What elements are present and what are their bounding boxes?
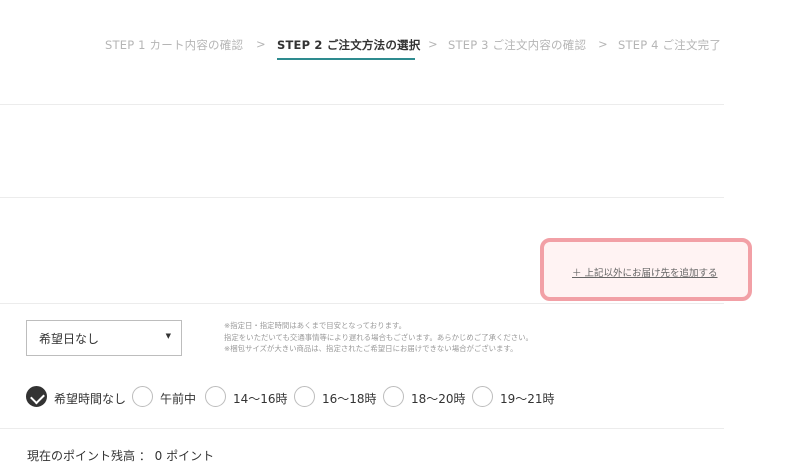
time-option-label: 19〜21時 bbox=[500, 392, 555, 406]
delivery-notes: ※指定日・指定時間はあくまで目安となっております。 指定をいただいても交通事情等… bbox=[224, 320, 533, 355]
step-1: STEP 1 カート内容の確認 bbox=[105, 38, 244, 52]
note-line: ※指定日・指定時間はあくまで目安となっております。 bbox=[224, 321, 407, 330]
step-separator: > bbox=[598, 37, 608, 51]
time-option-label: 14〜16時 bbox=[233, 392, 288, 406]
radio-circle-icon bbox=[132, 386, 153, 407]
note-line: 指定をいただいても交通事情等により遅れる場合もございます。あらかじめご了承くださ… bbox=[224, 332, 533, 342]
note-line: ※梱包サイズが大きい商品は、指定されたご希望日にお届けできない場合がございます。 bbox=[224, 344, 518, 353]
radio-circle-icon bbox=[294, 386, 315, 407]
caret-down-icon: ▼ bbox=[165, 332, 171, 340]
step-3: STEP 3 ご注文内容の確認 bbox=[448, 38, 587, 52]
delivery-date-value: 希望日なし bbox=[39, 332, 100, 346]
step-separator: > bbox=[428, 37, 438, 51]
add-address-link[interactable]: ＋ 上記以外にお届け先を追加する bbox=[572, 265, 718, 279]
radio-circle-icon bbox=[205, 386, 226, 407]
divider bbox=[0, 303, 724, 304]
step-separator: > bbox=[256, 37, 266, 51]
radio-check-icon bbox=[26, 386, 47, 407]
time-option-label: 16〜18時 bbox=[322, 392, 377, 406]
add-address-highlight: ＋ 上記以外にお届け先を追加する bbox=[540, 238, 752, 301]
time-option-label: 18〜20時 bbox=[411, 392, 466, 406]
time-option-label: 希望時間なし bbox=[54, 392, 127, 406]
active-step-underline bbox=[277, 58, 415, 60]
checkout-steps: STEP 1 カート内容の確認 > STEP 2 ご注文方法の選択 > STEP… bbox=[0, 37, 800, 57]
points-balance: 現在のポイント残高 ： 0 ポイント bbox=[27, 449, 215, 463]
divider bbox=[0, 104, 724, 105]
radio-circle-icon bbox=[383, 386, 404, 407]
time-option-label: 午前中 bbox=[160, 392, 197, 406]
step-2: STEP 2 ご注文方法の選択 bbox=[277, 38, 421, 52]
radio-circle-icon bbox=[472, 386, 493, 407]
divider bbox=[0, 428, 724, 429]
delivery-date-select[interactable]: 希望日なし ▼ bbox=[26, 320, 182, 356]
divider bbox=[0, 197, 724, 198]
step-4: STEP 4 ご注文完了 bbox=[618, 38, 722, 52]
